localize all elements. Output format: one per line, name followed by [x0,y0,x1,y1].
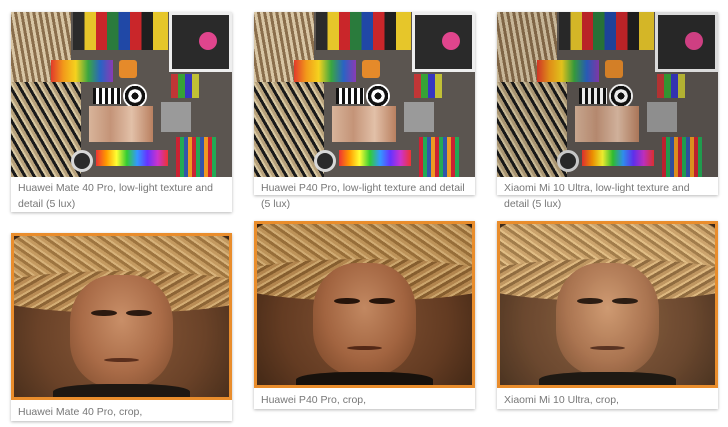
card-caption: Huawei P40 Pro, crop, [261,394,367,406]
gallery-card[interactable]: Huawei Mate 40 Pro, crop, [11,233,232,421]
card-caption: Xiaomi Mi 10 Ultra, crop, [504,394,619,406]
portrait-crop-photo[interactable] [11,233,232,400]
card-caption: Huawei Mate 40 Pro, low-light texture an… [18,182,213,210]
portrait-crop-photo[interactable] [254,221,475,388]
card-caption: Huawei P40 Pro, low-light texture and de… [261,182,465,210]
art-supplies-photo[interactable] [11,12,232,177]
gallery-card[interactable]: Huawei Mate 40 Pro, low-light texture an… [11,12,232,212]
gallery-card[interactable]: Huawei P40 Pro, low-light texture and de… [254,12,475,210]
gallery-card[interactable]: Xiaomi Mi 10 Ultra, low-light texture an… [497,12,718,210]
art-supplies-photo[interactable] [497,12,718,177]
art-supplies-photo[interactable] [254,12,475,177]
gallery-card[interactable]: Xiaomi Mi 10 Ultra, crop, [497,221,718,409]
gallery-card[interactable]: Huawei P40 Pro, crop, [254,221,475,409]
card-caption: Huawei Mate 40 Pro, crop, [18,406,143,418]
card-caption: Xiaomi Mi 10 Ultra, low-light texture an… [504,182,690,210]
portrait-crop-photo[interactable] [497,221,718,388]
